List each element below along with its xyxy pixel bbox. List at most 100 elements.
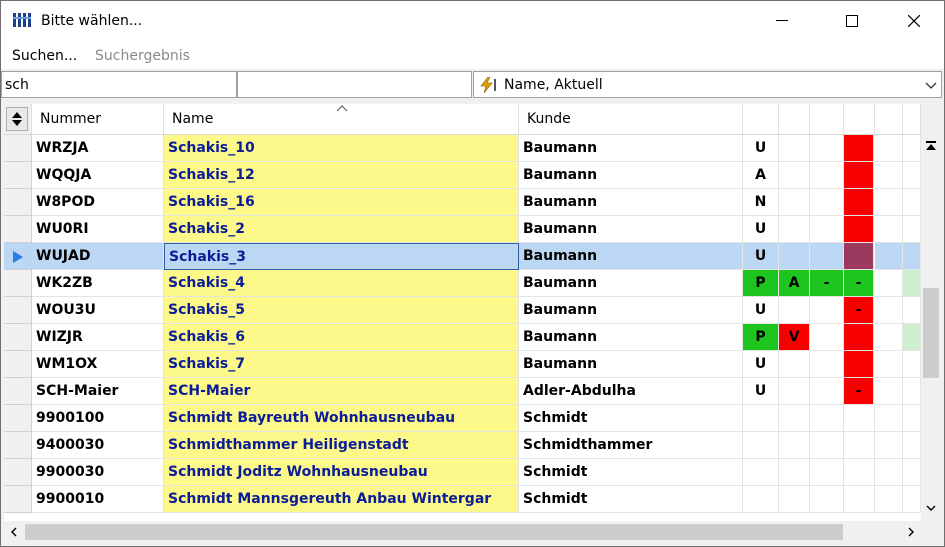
cell-nummer: WU0RI <box>32 216 164 243</box>
cell-kunde: Baumann <box>519 216 743 243</box>
row-header[interactable] <box>4 351 32 378</box>
cell-name: Schakis_16 <box>164 189 519 216</box>
column-header-nummer[interactable]: Nummer <box>32 104 164 134</box>
column-header-kunde[interactable]: Kunde <box>519 104 743 134</box>
row-header[interactable] <box>4 432 32 459</box>
search-input[interactable]: sch <box>1 71 237 98</box>
cell-status-1: U <box>743 297 779 324</box>
row-header[interactable] <box>4 162 32 189</box>
cell-kunde: Baumann <box>519 270 743 297</box>
row-header[interactable] <box>4 297 32 324</box>
cell-kunde: Schmidt <box>519 459 743 486</box>
cell-name: Schakis_3 <box>164 243 519 270</box>
table-row[interactable]: WUJAD Schakis_3 Baumann U <box>4 243 921 270</box>
row-header[interactable] <box>4 135 32 162</box>
close-button[interactable] <box>891 1 937 41</box>
sort-updown-icon <box>12 112 22 126</box>
sort-ascending-icon <box>336 105 348 112</box>
cell-name: Schmidthammer Heiligenstadt <box>164 432 519 459</box>
cell-status-1: A <box>743 162 779 189</box>
row-header[interactable] <box>4 324 32 351</box>
table-row[interactable]: WU0RI Schakis_2 Baumann U <box>4 216 921 243</box>
column-header-status-6[interactable] <box>903 104 921 134</box>
row-header[interactable] <box>4 189 32 216</box>
cell-nummer: WRZJA <box>32 135 164 162</box>
cell-status-4 <box>844 216 874 243</box>
secondary-search-input[interactable] <box>237 71 472 98</box>
menu-suchergebnis[interactable]: Suchergebnis <box>95 48 190 64</box>
table-row[interactable]: WIZJR Schakis_6 Baumann P V <box>4 324 921 351</box>
cell-status-1: U <box>743 216 779 243</box>
cell-status-5 <box>875 405 903 432</box>
row-header[interactable] <box>4 270 32 297</box>
vertical-scrollbar[interactable] <box>921 136 941 521</box>
column-header-status-2[interactable] <box>779 104 810 134</box>
app-icon <box>13 13 31 27</box>
scroll-top-icon <box>926 141 936 150</box>
cell-status-5 <box>875 351 903 378</box>
cell-status-5 <box>875 162 903 189</box>
scroll-left-button[interactable] <box>4 522 24 542</box>
row-header[interactable] <box>4 378 32 405</box>
scrollbar-corner <box>921 522 941 542</box>
cell-status-2 <box>779 486 810 513</box>
maximize-button[interactable] <box>829 1 875 41</box>
cell-status-6 <box>903 351 921 378</box>
cell-name: Schmidt Joditz Wohnhausneubau <box>164 459 519 486</box>
row-header[interactable] <box>4 405 32 432</box>
horizontal-scrollbar[interactable] <box>4 522 921 542</box>
cell-status-4: - <box>844 378 874 405</box>
row-header[interactable] <box>4 216 32 243</box>
menu-suchen[interactable]: Suchen... <box>12 48 77 64</box>
column-header-name[interactable]: Name <box>164 104 519 134</box>
chevron-down-icon[interactable] <box>925 82 937 90</box>
scroll-right-button[interactable] <box>901 522 921 542</box>
table-row[interactable]: 9400030 Schmidthammer Heiligenstadt Schmid… <box>4 432 921 459</box>
scroll-top-button[interactable] <box>921 136 941 156</box>
cell-status-2 <box>779 459 810 486</box>
minimize-button[interactable] <box>759 1 805 41</box>
table-row[interactable]: WOU3U Schakis_5 Baumann U - <box>4 297 921 324</box>
row-header[interactable] <box>4 243 32 270</box>
cell-status-1: U <box>743 351 779 378</box>
scroll-down-button[interactable] <box>921 498 941 518</box>
cell-status-2 <box>779 405 810 432</box>
cell-status-5 <box>875 189 903 216</box>
cell-status-4 <box>844 243 874 270</box>
table-row[interactable]: WK2ZB Schakis_4 Baumann P A - - <box>4 270 921 297</box>
cell-status-3 <box>810 351 844 378</box>
column-header-status-3[interactable] <box>810 104 844 134</box>
cell-kunde: Baumann <box>519 162 743 189</box>
sort-toggle-button[interactable] <box>6 107 28 131</box>
table-row[interactable]: SCH-Maier SCH-Maier Adler-Abdulha U - <box>4 378 921 405</box>
cell-status-4 <box>844 351 874 378</box>
cell-status-6 <box>903 135 921 162</box>
cell-status-3 <box>810 459 844 486</box>
cell-status-6 <box>903 432 921 459</box>
cell-status-3: - <box>810 270 844 297</box>
table-row[interactable]: WQQJA Schakis_12 Baumann A <box>4 162 921 189</box>
cell-status-3 <box>810 216 844 243</box>
column-header-status-5[interactable] <box>875 104 903 134</box>
results-grid[interactable]: Nummer Name Kunde WRZJA Schakis_10 Baumann… <box>4 104 921 521</box>
cell-kunde: Schmidthammer <box>519 432 743 459</box>
table-row[interactable]: WM1OX Schakis_7 Baumann U <box>4 351 921 378</box>
horizontal-scroll-thumb[interactable] <box>25 524 843 540</box>
cell-status-2: V <box>779 324 810 351</box>
cell-status-2 <box>779 189 810 216</box>
grid-header: Nummer Name Kunde <box>4 104 921 135</box>
cell-status-2 <box>779 162 810 189</box>
table-row[interactable]: W8POD Schakis_16 Baumann N <box>4 189 921 216</box>
table-row[interactable]: 9900010 Schmidt Mannsgereuth Anbau Winter… <box>4 486 921 513</box>
table-row[interactable]: 9900030 Schmidt Joditz Wohnhausneubau Schm… <box>4 459 921 486</box>
column-header-status-4[interactable] <box>844 104 875 134</box>
table-row[interactable]: 9900100 Schmidt Bayreuth Wohnhausneubau Sc… <box>4 405 921 432</box>
sort-combobox[interactable]: Name, Aktuell <box>473 71 942 98</box>
row-header[interactable] <box>4 486 32 513</box>
vertical-scroll-thumb[interactable] <box>923 288 939 378</box>
column-header-status-1[interactable] <box>743 104 779 134</box>
cell-status-1: U <box>743 135 779 162</box>
row-header[interactable] <box>4 459 32 486</box>
table-row[interactable]: WRZJA Schakis_10 Baumann U <box>4 135 921 162</box>
cell-status-5 <box>875 324 903 351</box>
